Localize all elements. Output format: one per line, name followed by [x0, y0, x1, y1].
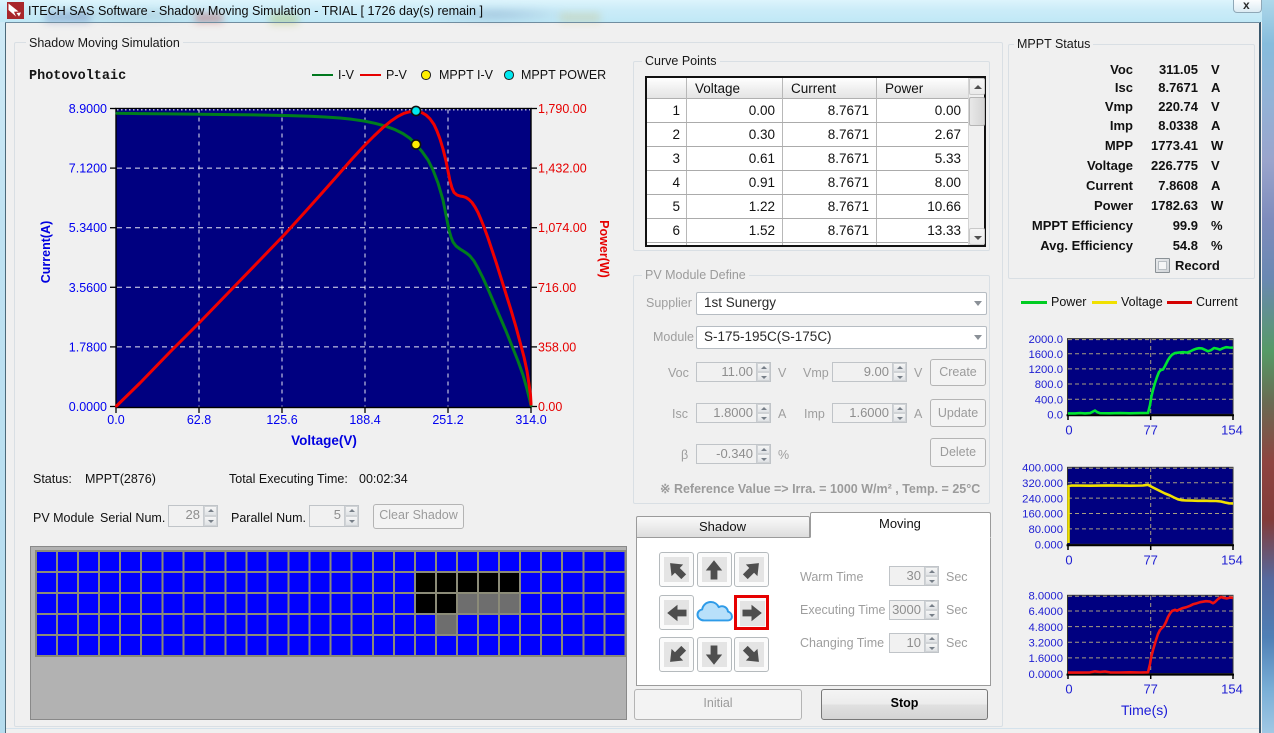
svg-text:125.6: 125.6 — [266, 413, 297, 427]
svg-text:800.0: 800.0 — [1035, 379, 1063, 391]
svg-text:77: 77 — [1143, 423, 1157, 438]
svg-text:1200.0: 1200.0 — [1028, 364, 1063, 376]
svg-text:400.000: 400.000 — [1022, 463, 1063, 475]
svg-text:0.0: 0.0 — [1047, 410, 1063, 422]
svg-text:358.00: 358.00 — [538, 340, 576, 354]
svg-text:0.0: 0.0 — [107, 413, 124, 427]
svg-text:251.2: 251.2 — [432, 413, 463, 427]
svg-text:320.000: 320.000 — [1022, 478, 1063, 490]
svg-text:0.00: 0.00 — [538, 400, 562, 414]
svg-text:1.7800: 1.7800 — [69, 340, 107, 354]
svg-text:3.2000: 3.2000 — [1028, 638, 1063, 650]
svg-text:188.4: 188.4 — [349, 413, 380, 427]
svg-text:0: 0 — [1065, 423, 1072, 438]
svg-text:0.000: 0.000 — [1035, 540, 1063, 552]
svg-text:0: 0 — [1065, 553, 1072, 568]
svg-text:6.4000: 6.4000 — [1028, 606, 1063, 618]
svg-text:314.0: 314.0 — [515, 413, 546, 427]
svg-text:3.5600: 3.5600 — [69, 281, 107, 295]
svg-text:62.8: 62.8 — [187, 413, 211, 427]
svg-text:154: 154 — [1221, 553, 1243, 568]
svg-text:154: 154 — [1221, 682, 1243, 697]
svg-text:1.6000: 1.6000 — [1028, 653, 1063, 665]
svg-text:4.8000: 4.8000 — [1028, 622, 1063, 634]
svg-text:0: 0 — [1065, 682, 1072, 697]
svg-text:Voltage(V): Voltage(V) — [291, 433, 357, 448]
svg-text:77: 77 — [1143, 553, 1157, 568]
svg-text:154: 154 — [1221, 423, 1243, 438]
svg-text:0.0000: 0.0000 — [1028, 669, 1063, 681]
svg-text:0.0000: 0.0000 — [69, 400, 107, 414]
svg-text:8.0000: 8.0000 — [1028, 591, 1063, 603]
svg-text:716.00: 716.00 — [538, 281, 576, 295]
svg-text:160.000: 160.000 — [1022, 509, 1063, 521]
svg-text:77: 77 — [1143, 682, 1157, 697]
svg-text:80.000: 80.000 — [1028, 524, 1063, 536]
svg-text:400.0: 400.0 — [1035, 394, 1063, 406]
svg-text:2000.0: 2000.0 — [1028, 334, 1063, 346]
svg-text:240.000: 240.000 — [1022, 493, 1063, 505]
svg-text:1600.0: 1600.0 — [1028, 349, 1063, 361]
